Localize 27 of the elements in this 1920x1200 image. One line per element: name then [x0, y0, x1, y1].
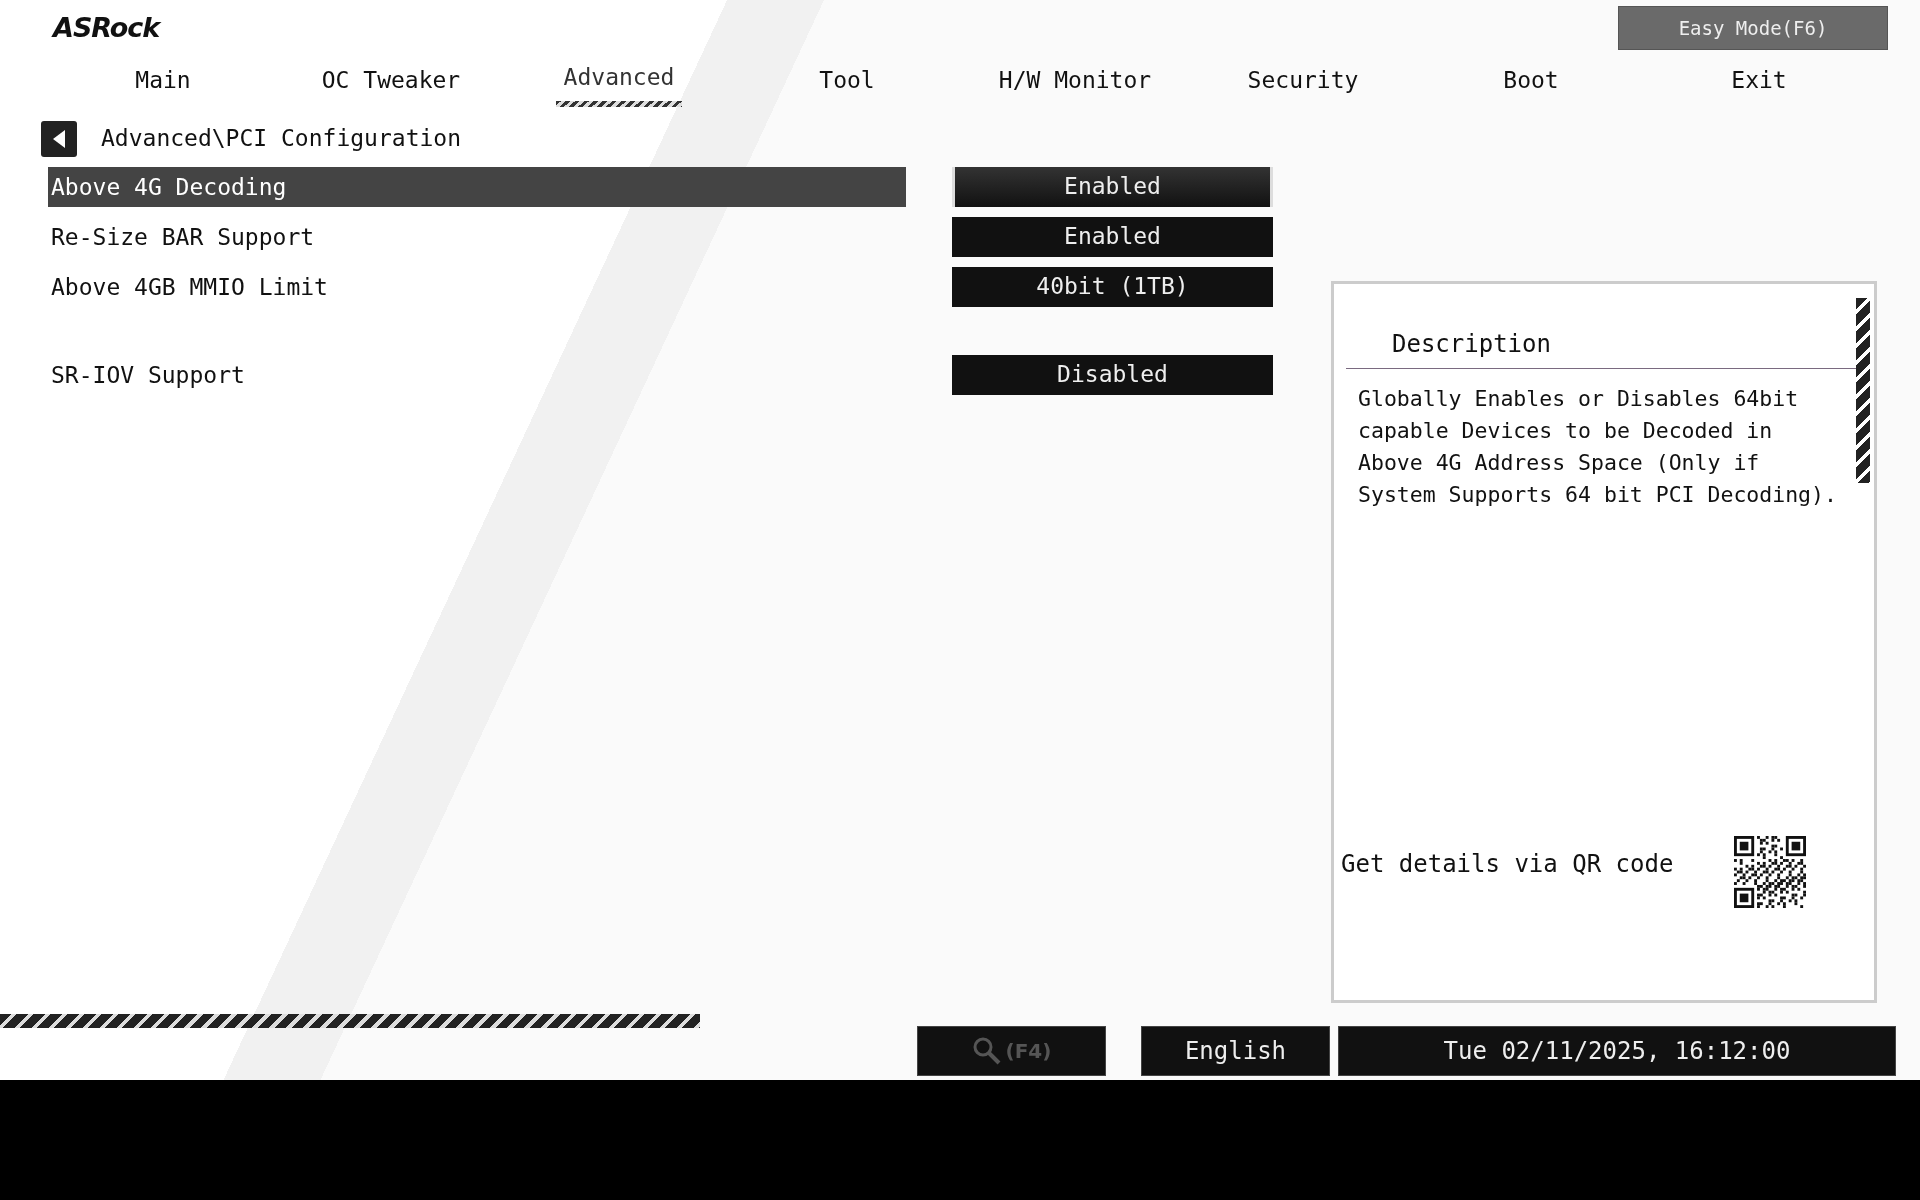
brand-logo: ASRock	[53, 11, 160, 45]
menu-tab[interactable]: OC Tweaker	[313, 56, 469, 107]
setting-label[interactable]: Above 4GB MMIO Limit	[48, 266, 906, 307]
description-title: Description	[1346, 283, 1856, 369]
menu-tab[interactable]: Tool	[811, 56, 883, 107]
menu-tab[interactable]: Advanced	[555, 56, 683, 107]
menu-tab[interactable]: Security	[1239, 56, 1367, 107]
back-button[interactable]	[41, 120, 77, 157]
setting-label[interactable]: Re-Size BAR Support	[48, 216, 906, 257]
menu-tab[interactable]: Main	[127, 56, 199, 107]
qr-caption: Get details via QR code	[1341, 848, 1674, 880]
menu-tab[interactable]: Exit	[1723, 56, 1795, 107]
setting-value-button[interactable]: 40bit (1TB)	[952, 266, 1273, 307]
back-arrow-icon	[52, 128, 66, 149]
menu-tab[interactable]: H/W Monitor	[990, 56, 1160, 107]
language-button[interactable]: English	[1141, 1026, 1330, 1076]
breadcrumb-path: Advanced\PCI Configuration	[101, 124, 462, 154]
setting-value-button[interactable]: Enabled	[952, 216, 1273, 257]
description-text: Globally Enables or Disables 64bit capable Devices to be Decoded in Above 4G Address Space (Only if System Supports 64 bit PCI Decoding).	[1357, 384, 1838, 509]
setting-label[interactable]: SR-IOV Support	[48, 354, 906, 395]
easy-mode-button[interactable]: Easy Mode(F6)	[1618, 6, 1888, 50]
search-icon	[971, 1036, 1002, 1066]
date-time: Tue 02/11/2025, 16:12:00	[1338, 1026, 1896, 1076]
menu-tab[interactable]: Boot	[1495, 56, 1567, 107]
setting-value-button[interactable]: Enabled	[952, 166, 1273, 207]
setting-value-button[interactable]: Disabled	[952, 354, 1273, 395]
setting-label[interactable]: Above 4G Decoding	[48, 166, 906, 207]
